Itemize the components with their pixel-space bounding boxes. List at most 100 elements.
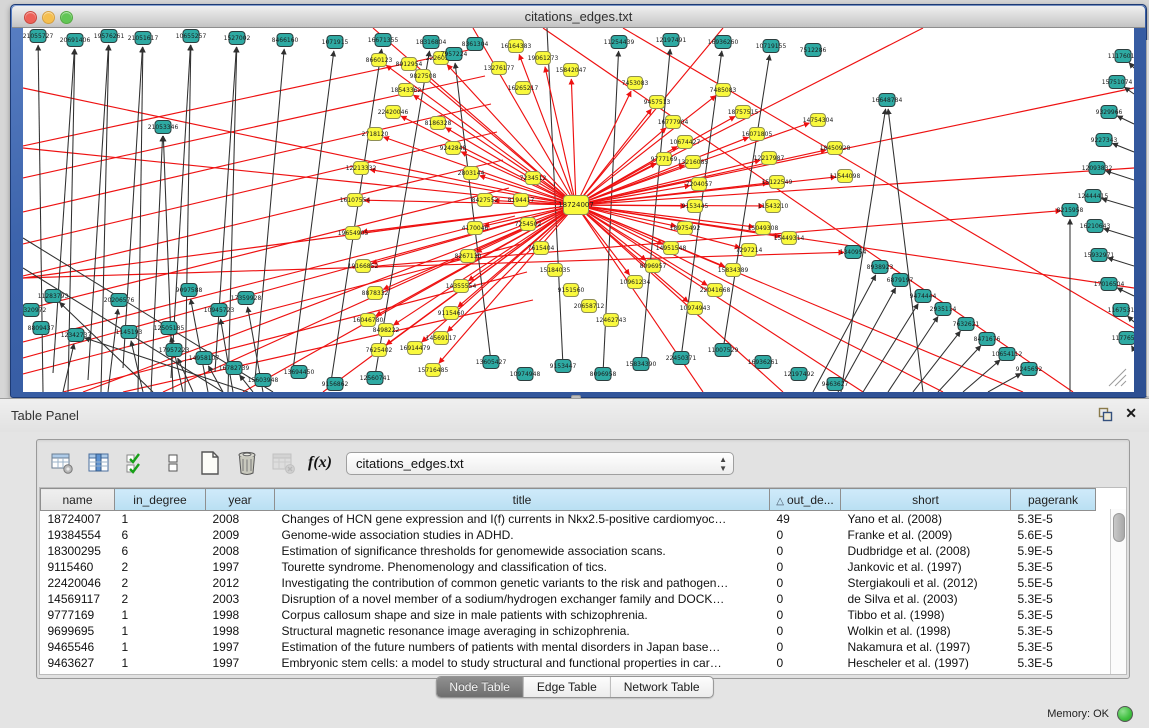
table-scrollbar-thumb[interactable]: [1113, 513, 1125, 542]
delete-column-icon[interactable]: [234, 450, 260, 476]
table-cell: 5.6E-5: [1011, 527, 1096, 543]
network-node-label: 10320972: [23, 307, 46, 314]
network-node-label: 13694450: [284, 369, 315, 376]
network-edge[interactable]: [838, 288, 896, 392]
network-canvas[interactable]: 8660123891295422260538982750818543362224…: [23, 28, 1134, 392]
network-edge[interactable]: [963, 360, 1000, 392]
network-edge[interactable]: [1106, 171, 1134, 180]
table-row[interactable]: 977716911998Corpus callosum shape and si…: [41, 607, 1096, 623]
table-cell: Changes of HCN gene expression and I(f) …: [275, 511, 770, 528]
network-node-label: 12444415: [1078, 193, 1109, 200]
table-row[interactable]: 1830029562008Estimation of significance …: [41, 543, 1096, 559]
new-file-icon[interactable]: [197, 450, 223, 476]
network-node-label: 9227343: [1091, 137, 1118, 144]
table-cell: 2003: [206, 591, 275, 607]
column-header-pagerank[interactable]: pagerank: [1011, 489, 1096, 511]
table-panel-title: Table Panel: [11, 408, 79, 423]
network-edge[interactable]: [576, 205, 707, 285]
memory-status-indicator[interactable]: [1117, 706, 1133, 722]
table-cell: Dudbridge et al. (2008): [841, 543, 1011, 559]
table-row[interactable]: 911546021997Tourette syndrome. Phenomeno…: [41, 559, 1096, 575]
show-columns-icon[interactable]: [123, 450, 149, 476]
table-row[interactable]: 2242004622012Investigating the contribut…: [41, 575, 1096, 591]
table-cell: 1: [115, 623, 206, 639]
resize-grip-icon[interactable]: [1121, 381, 1126, 386]
network-node-label: 16071805: [742, 131, 773, 138]
network-edge[interactable]: [1117, 116, 1134, 124]
float-panel-icon[interactable]: [1098, 407, 1113, 422]
network-node-label: 9777169: [651, 156, 678, 163]
network-node-label: 8471676: [974, 336, 1001, 343]
network-edge[interactable]: [913, 331, 960, 392]
select-column-icon[interactable]: [86, 450, 112, 476]
zoom-window-button[interactable]: [60, 11, 73, 24]
tab-edge-table[interactable]: Edge Table: [523, 677, 610, 697]
network-edge[interactable]: [1128, 316, 1134, 322]
column-header-year[interactable]: year: [206, 489, 275, 511]
network-node-label: 8267130: [455, 253, 482, 260]
table-cell: 2: [115, 591, 206, 607]
network-node-label: 22450371: [666, 355, 697, 362]
network-edge[interactable]: [23, 205, 576, 358]
table-row[interactable]: 946554611997Estimation of the future num…: [41, 639, 1096, 655]
network-edge[interactable]: [576, 205, 863, 392]
network-edge[interactable]: [413, 95, 576, 205]
table-selector-dropdown[interactable]: citations_edges.txt ▲▼: [346, 452, 734, 475]
network-edge[interactable]: [1112, 143, 1134, 152]
table-cell: 9777169: [41, 607, 115, 623]
column-header-name[interactable]: name: [41, 489, 115, 511]
network-edge[interactable]: [131, 341, 143, 392]
table-cell: 1: [115, 639, 206, 655]
network-node-label: 15049308: [748, 225, 779, 232]
tab-network-table[interactable]: Network Table: [610, 677, 713, 697]
network-edge[interactable]: [938, 346, 981, 392]
tab-node-table[interactable]: Node Table: [436, 677, 523, 697]
network-node-label: 11254439: [604, 39, 635, 46]
network-edge[interactable]: [888, 317, 938, 392]
network-node-label: 13216085: [678, 159, 709, 166]
network-edge[interactable]: [576, 160, 760, 205]
network-edge[interactable]: [364, 200, 576, 205]
network-node-label: 10961234: [620, 279, 651, 286]
network-edge[interactable]: [228, 47, 237, 392]
function-builder-icon[interactable]: f(x): [308, 454, 332, 472]
minimize-window-button[interactable]: [42, 11, 55, 24]
network-edge[interactable]: [1129, 63, 1134, 68]
table-row[interactable]: 969969511998Structural magnetic resonanc…: [41, 623, 1096, 639]
network-edge[interactable]: [1104, 229, 1134, 238]
row-height-icon[interactable]: [160, 450, 186, 476]
table-scrollbar[interactable]: [1110, 509, 1126, 674]
network-edge[interactable]: [888, 109, 923, 392]
network-node-label: 7625402: [366, 347, 393, 354]
network-edge[interactable]: [23, 132, 497, 244]
network-edge[interactable]: [1132, 346, 1134, 350]
network-edge[interactable]: [863, 304, 918, 392]
network-node-label: 16164383: [501, 43, 532, 50]
table-row[interactable]: 1456911722003Disruption of a novel membe…: [41, 591, 1096, 607]
network-node-label: 16936261: [748, 359, 779, 366]
close-panel-icon[interactable]: ✕: [1125, 405, 1137, 422]
network-edge[interactable]: [38, 45, 43, 392]
close-window-button[interactable]: [24, 11, 37, 24]
network-edge[interactable]: [813, 275, 876, 392]
network-edge[interactable]: [1117, 288, 1134, 296]
column-header-in_degree[interactable]: in_degree: [115, 489, 206, 511]
column-header-out_de[interactable]: △out_de...: [770, 489, 841, 511]
table-row[interactable]: 1872400712008Changes of HCN gene express…: [41, 511, 1096, 528]
table-cell: 5.9E-5: [1011, 543, 1096, 559]
column-header-title[interactable]: title: [275, 489, 770, 511]
network-edge[interactable]: [221, 319, 233, 392]
network-edge[interactable]: [215, 47, 236, 372]
window-titlebar[interactable]: citations_edges.txt: [12, 6, 1145, 28]
table-row[interactable]: 946362711997Embryonic stem cells: a mode…: [41, 655, 1096, 671]
network-edge[interactable]: [23, 104, 491, 212]
network-node-label: 11543210: [758, 203, 789, 210]
table-row[interactable]: 1938455462009Genome-wide association stu…: [41, 527, 1096, 543]
network-node-label: 8809437: [28, 325, 55, 332]
network-edge[interactable]: [293, 51, 334, 370]
table-cell: Hescheler et al. (1997): [841, 655, 1011, 671]
column-header-short[interactable]: short: [841, 489, 1011, 511]
table-options-icon[interactable]: [49, 450, 75, 476]
resize-grip-icon[interactable]: [1115, 375, 1126, 386]
table-toolbar: f(x) citations_edges.txt ▲▼: [37, 440, 1129, 486]
